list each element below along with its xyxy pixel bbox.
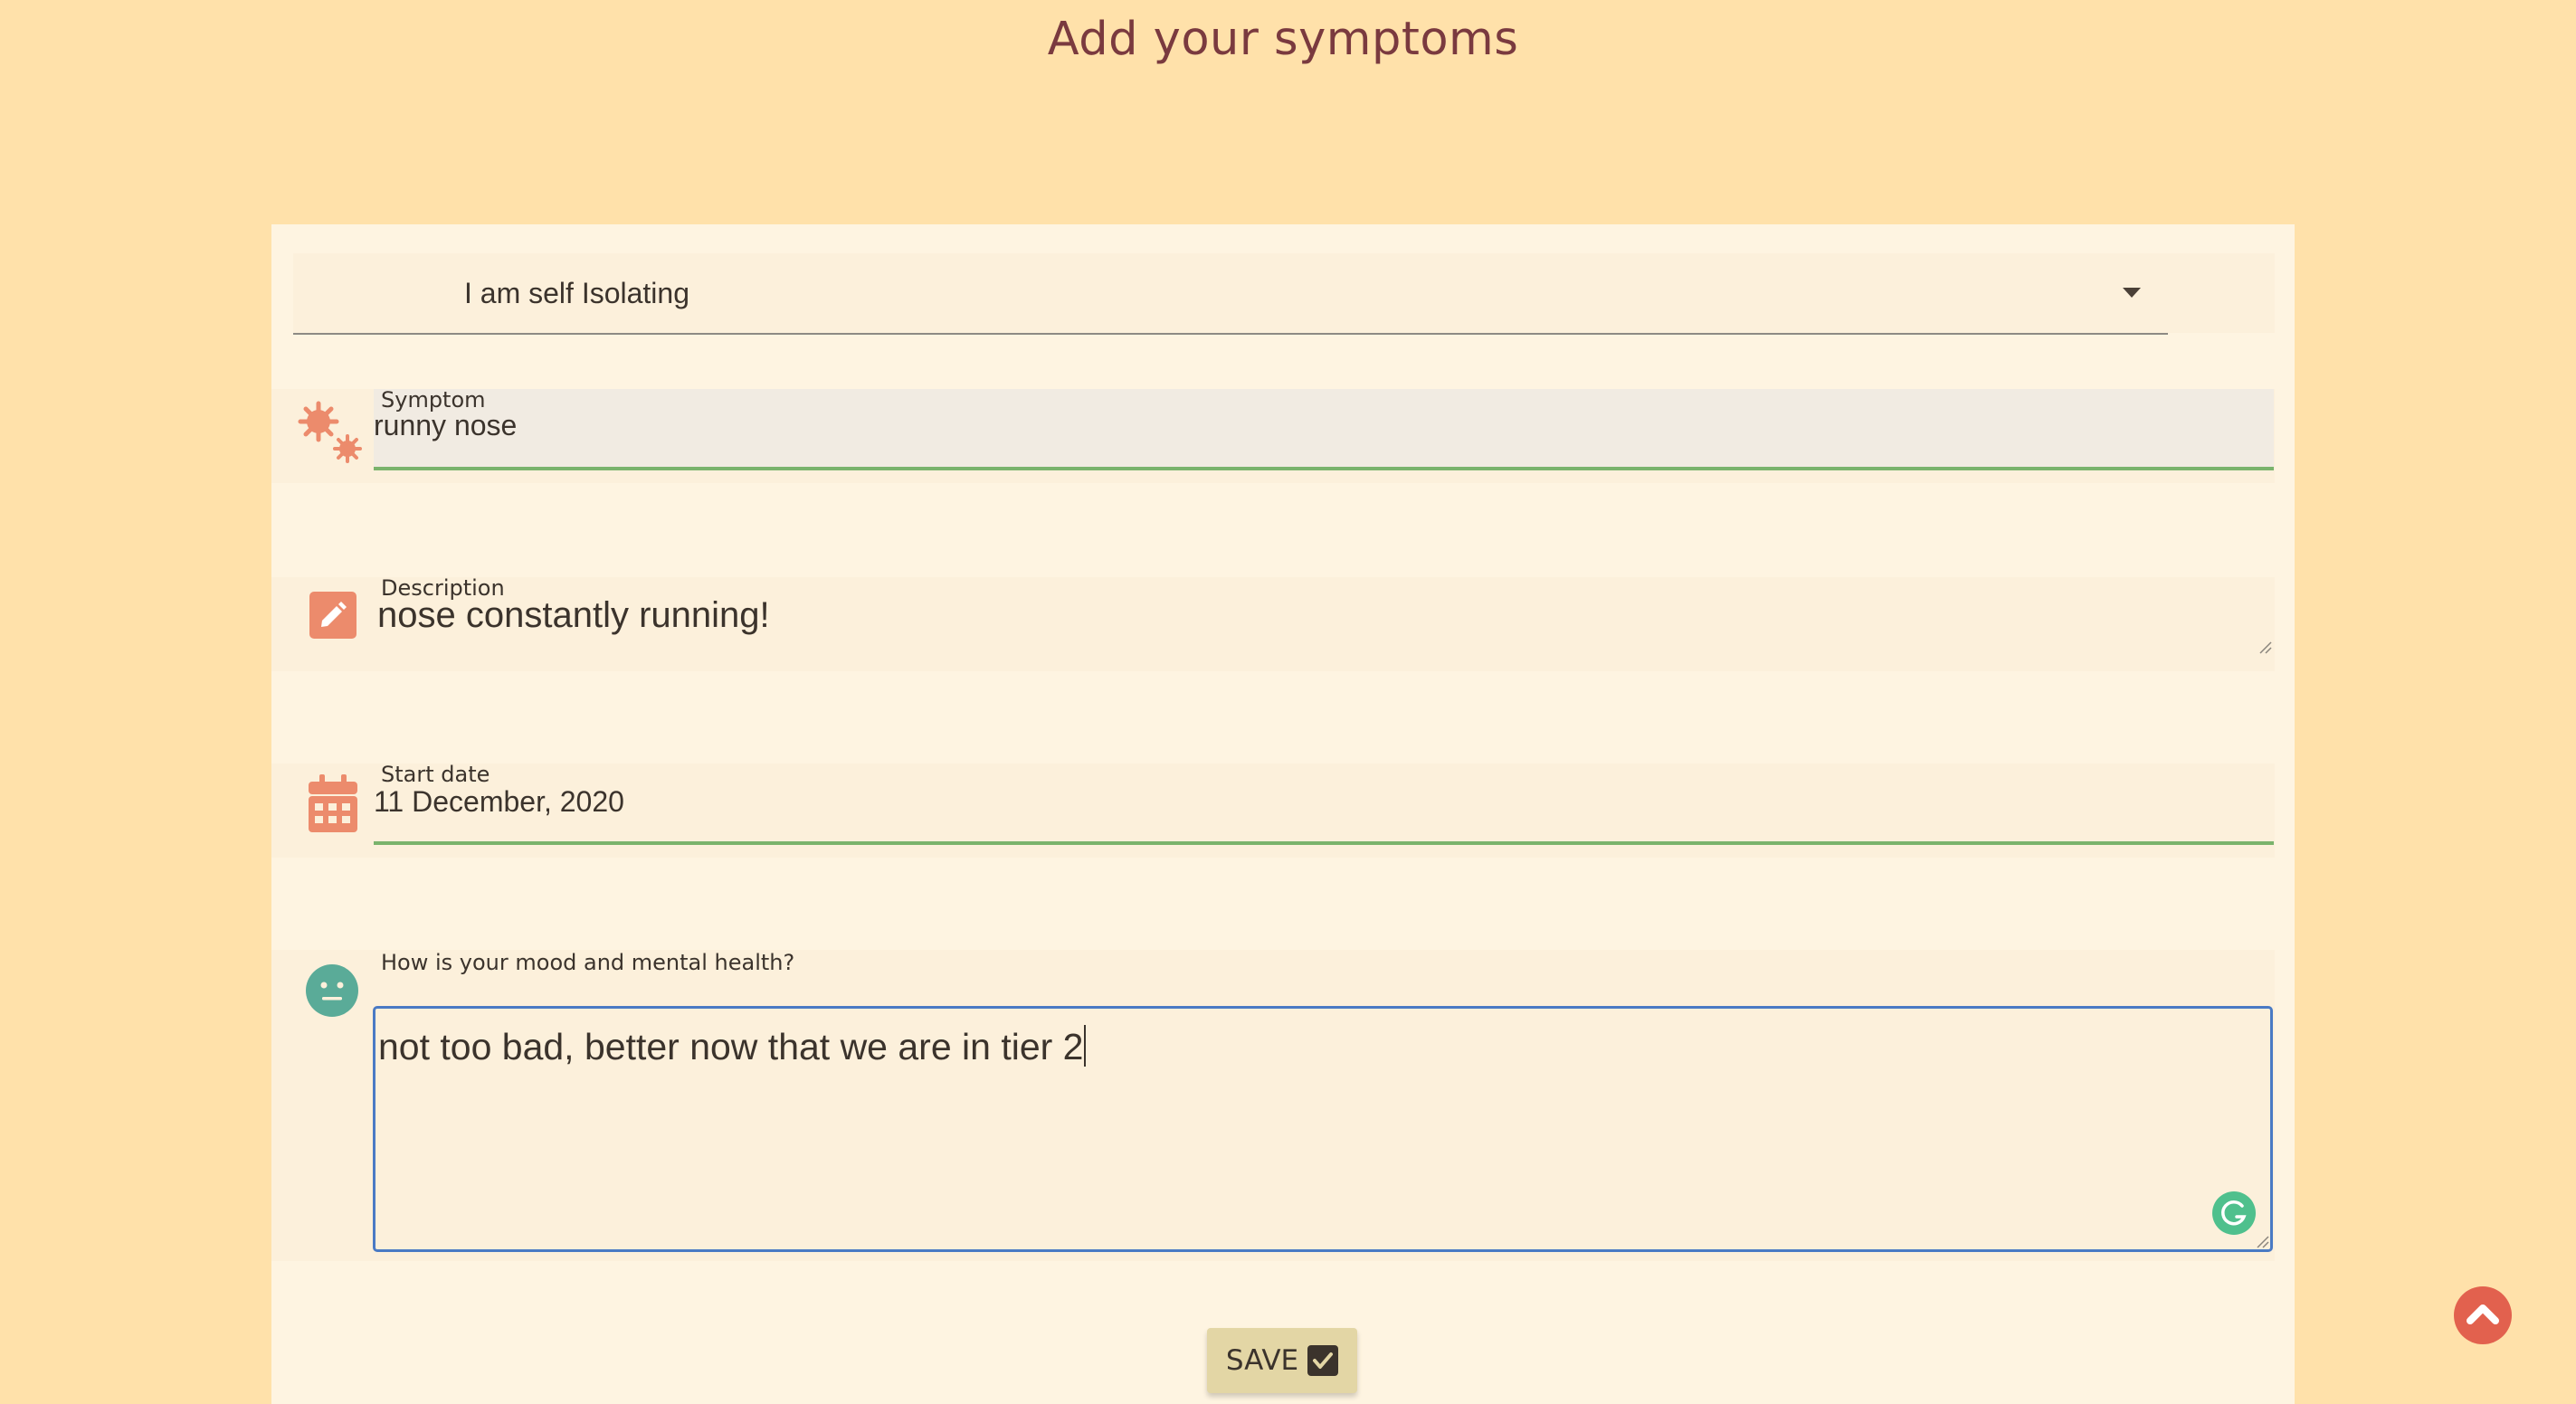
mood-textarea[interactable]: not too bad, better now that we are in t… [373, 1006, 2273, 1252]
scroll-to-top-button[interactable] [2454, 1286, 2512, 1344]
select-row-background [2168, 253, 2275, 333]
symptom-valid-underline [374, 467, 2274, 470]
description-field: Description nose constantly running! [271, 575, 2295, 671]
start-date-valid-underline [374, 841, 2274, 845]
grammar-assistant-icon[interactable] [2212, 1191, 2256, 1235]
check-square-icon [1307, 1345, 1339, 1376]
save-button[interactable]: SAVE [1207, 1328, 1357, 1393]
isolation-status-value: I am self Isolating [464, 277, 689, 309]
start-date-value: 11 December, 2020 [374, 785, 624, 818]
save-button-label: SAVE [1225, 1344, 1299, 1377]
mood-field: How is your mood and mental health? not … [271, 950, 2295, 1261]
calendar-icon [309, 774, 357, 832]
virus-icon [298, 401, 362, 463]
text-caret [1084, 1025, 1087, 1067]
mood-value: not too bad, better now that we are in t… [378, 1025, 1087, 1068]
start-date-input[interactable] [374, 764, 2274, 843]
chevron-down-icon [2123, 288, 2141, 298]
start-date-label: Start date [381, 762, 490, 787]
resize-handle-icon[interactable] [2258, 640, 2273, 655]
neutral-face-icon [306, 964, 358, 1017]
symptom-field: Symptom runny nose [271, 387, 2295, 483]
start-date-field: Start date 11 December, 2020 [271, 762, 2295, 858]
page-title: Add your symptoms [1047, 13, 1519, 66]
symptom-form-card: I am self Isolating Symptom runny nose D… [271, 224, 2295, 1404]
chevron-up-icon [2467, 1304, 2499, 1324]
mood-label: How is your mood and mental health? [381, 950, 795, 975]
symptom-input[interactable] [374, 389, 2274, 469]
description-value: nose constantly running! [377, 595, 770, 635]
symptom-value: runny nose [374, 409, 518, 441]
pencil-icon [309, 592, 356, 639]
isolation-status-select[interactable]: I am self Isolating [293, 253, 2168, 335]
resize-handle-icon[interactable] [2256, 1235, 2270, 1249]
